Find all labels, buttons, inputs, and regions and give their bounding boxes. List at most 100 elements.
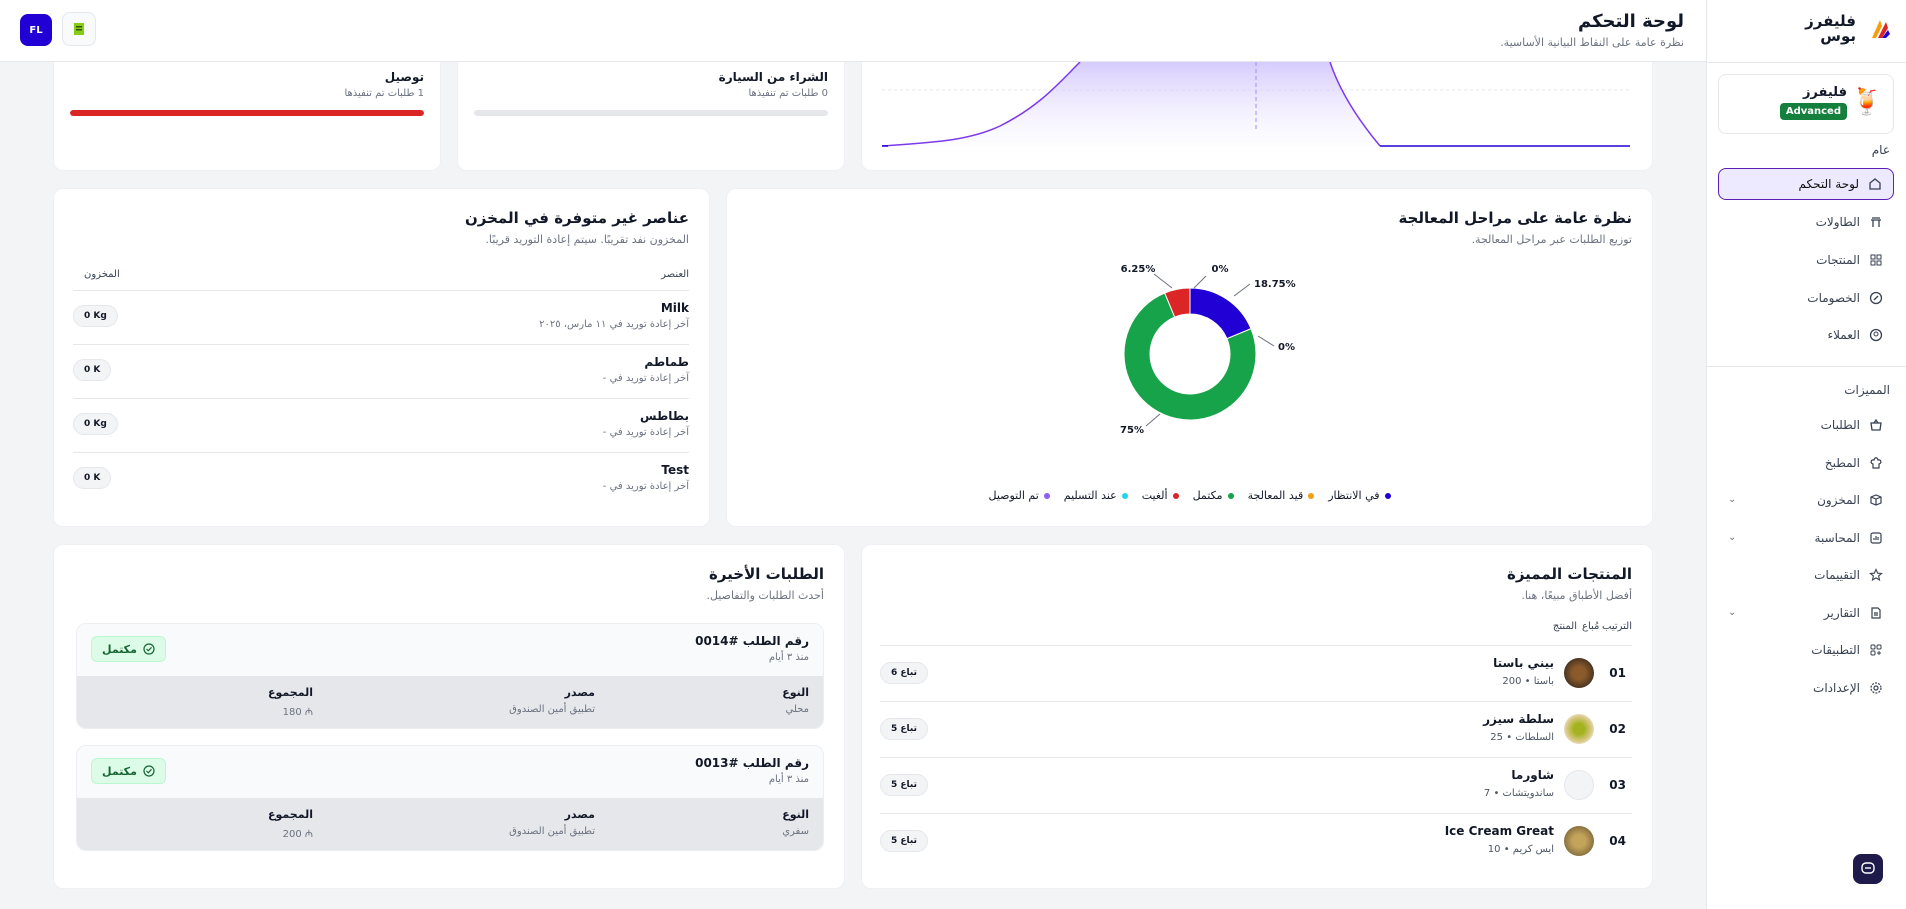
order-number: رقم الطلب #0013 [695,756,809,770]
legend-item[interactable]: ألغيت [1142,489,1179,502]
legend-item[interactable]: تم التوصيل [988,489,1050,502]
status-badge: مكتمل [91,758,166,784]
legend-dot-icon [1121,492,1128,499]
table-row[interactable]: 03 شاورما ساندويتشات • 7 5 تباع [880,757,1632,813]
progress-track [70,110,424,116]
column-header-product: المنتج [1552,621,1577,632]
currency-icon: ₼ [301,829,313,840]
card-title: المنتجات المميزة [1506,565,1632,583]
legend-item[interactable]: في الانتظار [1328,489,1391,502]
table-icon [1868,214,1884,230]
order-total-value: 200 [282,829,302,840]
home-icon [1867,176,1883,192]
table-row[interactable]: 04 Ice Cream Great ايس كريم • 10 5 تباع [880,813,1632,869]
product-image [1564,770,1594,800]
store-icon-button[interactable] [62,12,96,46]
order-header: رقم الطلب #0014 منذ ٣ أيام مكتمل [77,624,823,676]
column-header-source: مصدر [564,808,595,821]
sidebar-item-discounts[interactable]: الخصومات [1718,282,1894,314]
avatar[interactable]: FL [20,14,52,46]
sold-badge: 5 تباع [880,830,928,852]
legend-dot-icon [1172,492,1179,499]
table-row[interactable]: 02 سلطة سيزر السلطات • 25 5 تباع [880,701,1632,757]
order-total: ₼ 180 [283,704,313,718]
product-meta: ايس كريم • 10 [1487,844,1554,855]
brand-name: فليفرز بوس [1805,12,1856,45]
product-name: سلطة سيزر [1483,712,1554,726]
sidebar-item-products[interactable]: المنتجات [1718,244,1894,276]
plan-card[interactable]: 🍹 فليفرز Advanced [1718,74,1894,134]
order-time: منذ ٣ أيام [768,652,809,663]
table-row[interactable]: Milk آخر إعادة توريد في ١١ مارس، ٢٠٢٥ 0 … [73,290,689,344]
orders-trend-card [861,61,1653,171]
chat-icon [1861,862,1875,874]
stock-qty-badge: 0 K [73,467,112,489]
stock-item-date: آخر إعادة توريد في ١١ مارس، ٢٠٢٥ [539,319,689,330]
out-of-stock-card: عناصر غير متوفرة في المخزن المخزون نفد ت… [53,188,710,527]
status-label: مكتمل [102,642,137,656]
chevron-down-icon: ⌄ [1728,532,1737,543]
metric-subtitle: 0 طلبات تم تنفيذها [748,88,828,99]
order-details: النوع سفري مصدر تطبيق أمين الصندوق المجم… [77,798,823,850]
order-type: سفري [782,826,809,837]
legend-dot-icon [1227,492,1234,499]
table-row[interactable]: طماطم آخر إعادة توريد في - 0 K [73,344,689,398]
metric-subtitle: 1 طلبات تم تنفيذها [344,88,424,99]
order-total-value: 180 [282,707,302,718]
topbar: لوحة التحكم نظرة عامة على النقاط البياني… [0,0,1706,62]
stock-item-name: بطاطس [640,409,689,423]
sidebar-item-label: الإعدادات [1813,681,1860,695]
legend-dot-icon [1308,492,1315,499]
product-name: شاورما [1511,768,1554,782]
pie-slice[interactable] [1189,287,1252,340]
metric-title: الشراء من السيارة [718,70,828,84]
sidebar-item-label: العملاء [1827,328,1860,342]
legend-item[interactable]: قيد المعالجة [1248,489,1315,502]
sidebar-item-label: المنتجات [1816,253,1860,267]
stock-item-name: Test [661,463,689,477]
table-row[interactable]: Test آخر إعادة توريد في - 0 K [73,452,689,506]
table-row[interactable]: بطاطس آخر إعادة توريد في - 0 Kg [73,398,689,452]
progress-track [474,110,828,116]
order-card[interactable]: رقم الطلب #0014 منذ ٣ أيام مكتمل النوع م… [76,623,824,729]
sidebar-item-orders[interactable]: الطلبات [1718,409,1894,441]
sidebar-item-label: المحاسبة [1814,531,1860,545]
chat-support-button[interactable] [1853,854,1883,884]
sidebar-item-dashboard[interactable]: لوحة التحكم [1718,168,1894,200]
legend-item[interactable]: مكتمل [1193,489,1234,502]
legend-label: في الانتظار [1328,489,1380,502]
chevron-down-icon: ⌄ [1728,494,1737,505]
sidebar-item-customers[interactable]: العملاء [1718,319,1894,351]
sidebar-item-inventory[interactable]: المخزون ⌄ [1718,484,1894,516]
status-label: مكتمل [102,764,137,778]
legend-item[interactable]: عند التسليم [1064,489,1128,502]
discount-icon [1868,290,1884,306]
sidebar-item-reviews[interactable]: التقييمات [1718,559,1894,591]
sidebar-item-accounting[interactable]: المحاسبة ⌄ [1718,522,1894,554]
legend-label: عند التسليم [1063,489,1117,502]
sidebar-item-apps[interactable]: التطبيقات [1718,634,1894,666]
card-title: الطلبات الأخيرة [709,565,824,583]
store-icon [74,23,84,35]
column-header-source: مصدر [564,686,595,699]
card-subtitle: المخزون نفد تقريبًا. سيتم إعادة التوريد … [485,233,689,246]
sold-badge: 6 تباع [880,662,928,684]
sidebar-item-tables[interactable]: الطاولات [1718,206,1894,238]
stock-item-date: آخر إعادة توريد في - [602,373,689,384]
product-rank: 04 [1609,834,1626,848]
star-icon [1868,567,1884,583]
sidebar-item-reports[interactable]: التقارير ⌄ [1718,597,1894,629]
reports-icon [1868,605,1884,621]
column-header-item: العنصر [661,269,689,280]
table-row[interactable]: 01 بيني باستا باستا • 200 6 تباع [880,645,1632,701]
grid-icon [1868,252,1884,268]
sidebar-item-settings[interactable]: الإعدادات [1718,672,1894,704]
order-card[interactable]: رقم الطلب #0013 منذ ٣ أيام مكتمل النوع س… [76,745,824,851]
sidebar-item-label: التقييمات [1814,568,1860,582]
sidebar-item-kitchen[interactable]: المطبخ [1718,447,1894,479]
legend-label: مكتمل [1192,489,1223,502]
settings-icon [1868,680,1884,696]
column-header-type: النوع [782,686,809,699]
product-rank: 01 [1609,666,1626,680]
plan-name: فليفرز [1802,85,1847,100]
